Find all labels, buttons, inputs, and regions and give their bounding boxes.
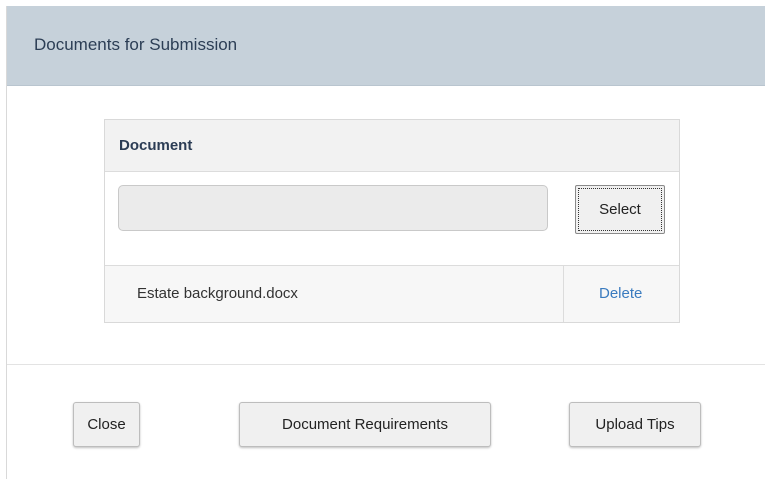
document-column-header: Document — [119, 137, 193, 154]
select-file-button[interactable]: Select — [575, 185, 665, 234]
table-row: Estate background.docx Delete — [105, 266, 679, 322]
delete-file-link[interactable]: Delete — [599, 285, 642, 302]
file-path-input[interactable] — [118, 185, 548, 231]
upload-row: Select — [105, 172, 679, 266]
document-requirements-button[interactable]: Document Requirements — [239, 402, 491, 447]
close-button[interactable]: Close — [73, 402, 140, 447]
dialog-header: Documents for Submission — [7, 6, 765, 86]
file-name: Estate background.docx — [137, 285, 298, 302]
table-header: Document — [105, 120, 679, 172]
documents-dialog: Documents for Submission Document Select… — [6, 6, 765, 479]
documents-table: Document Select Estate background.docx D… — [104, 119, 680, 323]
dialog-title: Documents for Submission — [34, 35, 238, 54]
upload-tips-button[interactable]: Upload Tips — [569, 402, 701, 447]
footer-divider — [7, 364, 765, 365]
column-divider — [563, 266, 564, 322]
